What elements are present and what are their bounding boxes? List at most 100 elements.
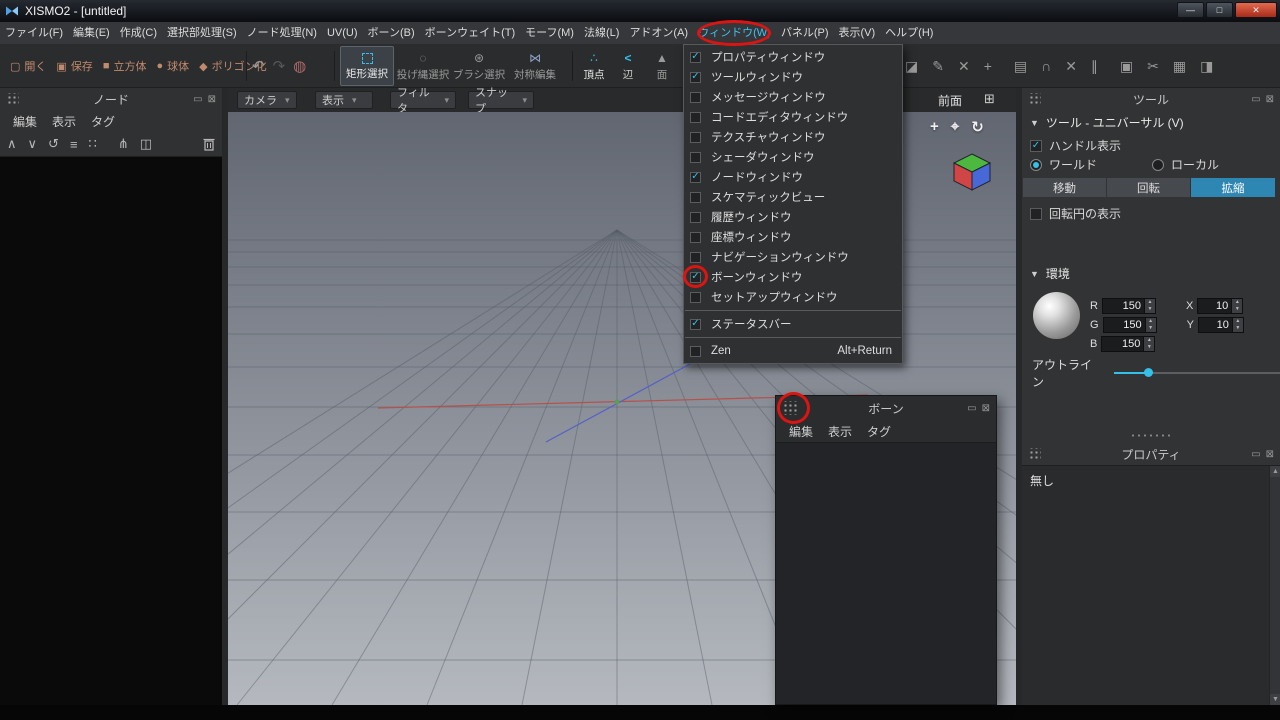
sphere-button[interactable]: ● 球体	[152, 46, 193, 86]
world-radio[interactable]: ワールド	[1030, 156, 1097, 173]
wmenu-item-property-window[interactable]: ✓ プロパティウィンドウ	[684, 47, 902, 67]
orbit-icon[interactable]: ↻	[971, 118, 984, 136]
knife-icon[interactable]: ✂	[1147, 58, 1159, 75]
bone-window[interactable]: ボーン ▭ ⊠ 編集 表示 タグ	[775, 392, 997, 705]
bone-window-body[interactable]	[776, 442, 996, 704]
menu-create[interactable]: 作成(C)	[115, 22, 162, 44]
wmenu-item-tool-window[interactable]: ✓ ツールウィンドウ	[684, 67, 902, 87]
spin-down-icon[interactable]: ▼	[1146, 325, 1156, 332]
move-button[interactable]: 移動	[1023, 178, 1106, 197]
delete-icon[interactable]: ✕	[958, 58, 970, 75]
spin-up-icon[interactable]: ▲	[1146, 318, 1156, 325]
bone-menu-tag[interactable]: タグ	[867, 423, 891, 440]
bone-menu-edit[interactable]: 編集	[789, 423, 813, 440]
magnet-icon[interactable]: ∩	[1041, 58, 1051, 74]
menu-bone[interactable]: ボーン(B)	[363, 22, 420, 44]
node-menu-tag[interactable]: タグ	[91, 113, 115, 130]
bone-menu-view[interactable]: 表示	[828, 423, 852, 440]
list-view-icon[interactable]: ≡	[70, 137, 78, 152]
zoom-icon[interactable]: ⌖	[951, 118, 959, 136]
lock-icon[interactable]: ▣	[1120, 58, 1133, 75]
node-panel-drag-handle[interactable]	[6, 92, 19, 106]
remove-icon[interactable]: ✕	[1065, 58, 1077, 75]
document-icon[interactable]: ▤	[1014, 58, 1027, 75]
save-button[interactable]: ▣ 保存	[52, 46, 96, 86]
pencil-icon[interactable]: ✎	[932, 58, 944, 75]
scale-button[interactable]: 拡縮	[1191, 178, 1275, 197]
spin-up-icon[interactable]: ▲	[1232, 299, 1242, 306]
node-panel-header[interactable]: ノード ▭ ⊠	[0, 88, 222, 110]
b-spinner[interactable]: 150 ▲ ▼	[1101, 336, 1156, 352]
menu-addon[interactable]: アドオン(A)	[624, 22, 693, 44]
scroll-down-icon[interactable]: ▼	[1270, 694, 1280, 705]
rect-select-button[interactable]: 矩形選択	[340, 46, 394, 86]
spin-up-icon[interactable]: ▲	[1233, 318, 1243, 325]
stamp-icon[interactable]: ◨	[1200, 58, 1213, 75]
wmenu-item-message-window[interactable]: ✓ メッセージウィンドウ	[684, 87, 902, 107]
pan-icon[interactable]: +	[930, 118, 939, 136]
minimize-button[interactable]: —	[1177, 2, 1204, 18]
wmenu-item-navigation-window[interactable]: ✓ ナビゲーションウィンドウ	[684, 247, 902, 267]
rotation-circle-checkbox[interactable]: ✓ 回転円の表示	[1030, 205, 1121, 222]
face-mode-button[interactable]: ▲ 面	[646, 46, 678, 86]
r-spinner[interactable]: 150 ▲ ▼	[1101, 298, 1156, 314]
wmenu-item-setup-window[interactable]: ✓ セットアップウィンドウ	[684, 287, 902, 307]
menu-window[interactable]: ウィンドウ(W)	[693, 20, 776, 46]
section-environment[interactable]: ▼ 環境	[1030, 265, 1070, 282]
y-spinner[interactable]: 10 ▲ ▼	[1197, 317, 1244, 333]
menu-bone-weight[interactable]: ボーンウェイト(T)	[420, 22, 521, 44]
property-panel-close-icon[interactable]: ⊠	[1266, 449, 1274, 460]
menu-view[interactable]: 表示(V)	[834, 22, 881, 44]
menu-file[interactable]: ファイル(F)	[0, 22, 68, 44]
symmetry-edit-button[interactable]: ⋈ 対称編集	[508, 46, 562, 86]
spin-down-icon[interactable]: ▼	[1232, 306, 1242, 313]
move-down-icon[interactable]: ∨	[28, 136, 38, 152]
section-tool-universal[interactable]: ▼ ツール - ユニバーサル (V)	[1030, 114, 1184, 131]
menu-uv[interactable]: UV(U)	[322, 22, 363, 44]
scroll-up-icon[interactable]: ▲	[1270, 466, 1280, 477]
edge-mode-button[interactable]: < 辺	[612, 46, 644, 86]
box-icon[interactable]: ◫	[140, 136, 152, 152]
tool-panel-minimize-icon[interactable]: ▭	[1251, 94, 1260, 105]
property-panel-minimize-icon[interactable]: ▭	[1251, 449, 1260, 460]
bone-window-minimize-icon[interactable]: ▭	[967, 403, 976, 414]
open-button[interactable]: ▢ 開く	[6, 46, 50, 86]
camera-dropdown[interactable]: カメラ ▾	[237, 91, 297, 109]
move-up-icon[interactable]: ∧	[7, 136, 17, 152]
menu-normal[interactable]: 法線(L)	[579, 22, 624, 44]
orientation-cube[interactable]	[946, 146, 998, 198]
lasso-select-button[interactable]: ◌ 投げ縄選択	[396, 46, 450, 86]
spin-down-icon[interactable]: ▼	[1233, 325, 1243, 332]
wmenu-item-statusbar[interactable]: ✓ ステータスバー	[684, 314, 902, 334]
g-spinner[interactable]: 150 ▲ ▼	[1102, 317, 1157, 333]
slider-thumb[interactable]	[1144, 368, 1154, 377]
menu-edit[interactable]: 編集(E)	[68, 22, 115, 44]
tool-panel-drag-handle[interactable]	[1028, 92, 1041, 106]
spin-up-icon[interactable]: ▲	[1145, 299, 1155, 306]
property-panel-header[interactable]: プロパティ ▭ ⊠	[1022, 443, 1280, 465]
palette-icon[interactable]: ◍	[293, 57, 306, 75]
bone-window-header[interactable]: ボーン ▭ ⊠	[776, 392, 996, 424]
wmenu-item-zen[interactable]: ✓ Zen Alt+Return	[684, 341, 902, 361]
property-panel-drag-handle[interactable]	[1028, 447, 1041, 461]
menu-selection-process[interactable]: 選択部処理(S)	[162, 22, 242, 44]
node-menu-view[interactable]: 表示	[52, 113, 76, 130]
tool-panel-close-icon[interactable]: ⊠	[1266, 94, 1274, 105]
projection-icon[interactable]: ⊞	[984, 91, 995, 107]
local-radio[interactable]: ローカル	[1152, 156, 1219, 173]
snap-dropdown[interactable]: スナップ ▾	[468, 87, 534, 115]
close-button[interactable]: ✕	[1235, 2, 1277, 18]
outline-slider[interactable]	[1114, 366, 1280, 380]
wmenu-item-history-window[interactable]: ✓ 履歴ウィンドウ	[684, 207, 902, 227]
handle-display-checkbox[interactable]: ✓ ハンドル表示	[1030, 137, 1121, 154]
merge-icon[interactable]: +	[984, 58, 992, 74]
display-dropdown[interactable]: 表示 ▾	[315, 91, 373, 109]
undo-icon[interactable]: ↶	[252, 57, 265, 75]
wmenu-item-coordinate-window[interactable]: ✓ 座標ウィンドウ	[684, 227, 902, 247]
menu-node-process[interactable]: ノード処理(N)	[242, 22, 322, 44]
wmenu-item-schematic-view[interactable]: ✓ スケマティックビュー	[684, 187, 902, 207]
property-scrollbar[interactable]: ▲ ▼	[1269, 466, 1280, 705]
brush-select-button[interactable]: ⊛ ブラシ選択	[452, 46, 506, 86]
menu-panel[interactable]: パネル(P)	[776, 22, 834, 44]
wmenu-item-shader-window[interactable]: ✓ シェーダウィンドウ	[684, 147, 902, 167]
